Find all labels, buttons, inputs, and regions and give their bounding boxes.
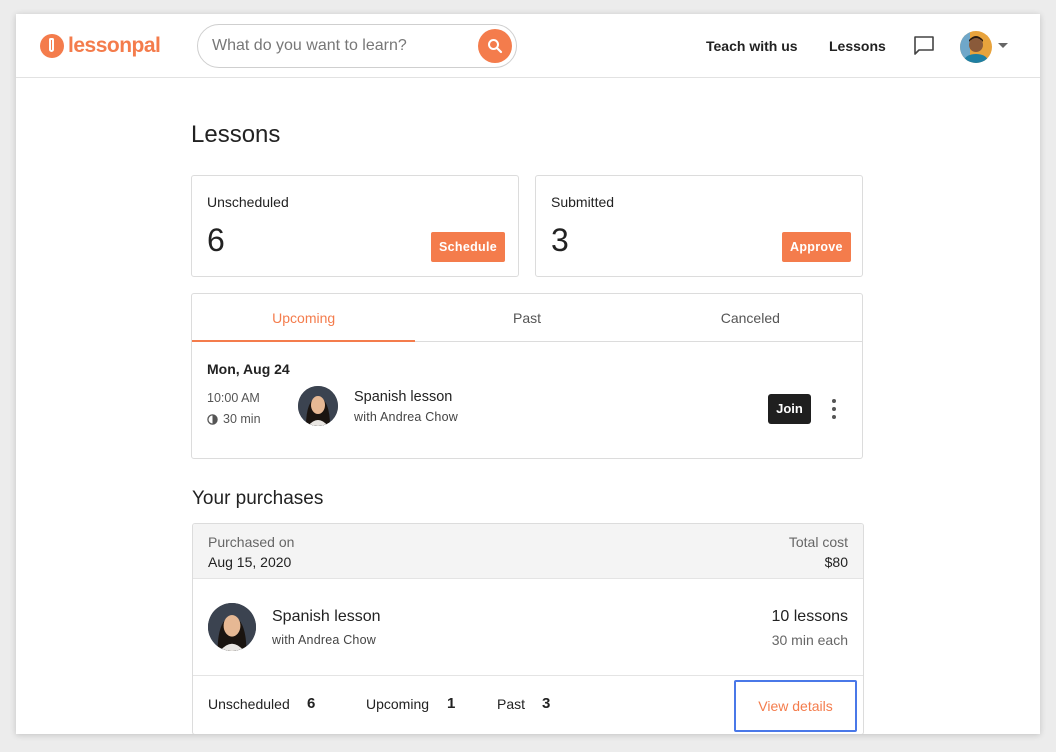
unscheduled-label: Unscheduled [207,194,289,210]
tab-upcoming[interactable]: Upcoming [192,294,416,342]
app-window: lessonpal Teach with us Lessons [16,14,1040,734]
purchases-title: Your purchases [192,488,324,509]
search-input[interactable] [212,35,472,57]
schedule-button[interactable]: Schedule [431,232,505,262]
lessons-panel: Upcoming Past Canceled Mon, Aug 24 10:00… [191,293,863,459]
more-options-icon[interactable] [830,399,838,419]
lesson-duration-text: 30 min [223,412,261,426]
submitted-count: 3 [551,222,569,258]
top-navbar: lessonpal Teach with us Lessons [16,14,1040,78]
purchased-on-label: Purchased on [208,534,295,550]
nav-lessons[interactable]: Lessons [829,38,886,54]
footer-unscheduled-count: 6 [307,695,316,712]
footer-past-label: Past [497,696,526,712]
footer-upcoming-count: 1 [447,695,456,712]
total-cost-label: Total cost [788,534,848,550]
logo-icon [40,34,64,58]
total-cost-value: $80 [824,554,848,570]
purchase-lesson-length: 30 min each [771,632,848,648]
approve-button[interactable]: Approve [782,232,851,262]
lessonpal-logo[interactable]: lessonpal [40,34,161,58]
lesson-time: 10:00 AM [207,391,260,405]
search-icon [488,39,503,54]
purchased-on-date: Aug 15, 2020 [208,554,292,570]
footer-unscheduled-label: Unscheduled [208,696,290,712]
purchase-footer: Unscheduled 6 Upcoming 1 Past 3 View det… [193,675,863,734]
lesson-date: Mon, Aug 24 [207,361,290,377]
purchase-header: Purchased on Aug 15, 2020 Total cost $80 [193,524,863,579]
search-button[interactable] [478,29,512,63]
tab-canceled[interactable]: Canceled [639,294,862,341]
chat-icon[interactable] [913,35,935,57]
clock-icon [207,413,218,425]
nav-teach-with-us[interactable]: Teach with us [706,38,798,54]
page-title: Lessons [191,121,281,148]
footer-past-count: 3 [542,695,551,712]
tutor-avatar [298,386,338,426]
user-avatar[interactable] [960,31,992,63]
purchase-lesson-count: 10 lessons [771,608,849,625]
footer-upcoming-label: Upcoming [366,696,430,712]
purchase-card: Purchased on Aug 15, 2020 Total cost $80… [192,523,864,734]
view-details-link[interactable]: View details [734,680,857,732]
lesson-duration: 30 min [207,412,261,426]
lesson-tutor: with Andrea Chow [354,410,458,424]
chevron-down-icon[interactable] [998,43,1008,48]
lesson-title: Spanish lesson [354,389,453,405]
lesson-tabs: Upcoming Past Canceled [192,294,862,342]
submitted-label: Submitted [551,194,615,210]
submitted-card: Submitted 3 Approve [535,175,863,277]
unscheduled-count: 6 [207,222,225,258]
purchase-lesson-tutor: with Andrea Chow [272,633,376,647]
join-button[interactable]: Join [768,394,811,424]
purchase-lesson-title: Spanish lesson [272,608,381,625]
logo-text: lessonpal [68,34,161,57]
unscheduled-card: Unscheduled 6 Schedule [191,175,519,277]
search-bar [197,24,517,68]
tab-past[interactable]: Past [415,294,638,341]
tutor-avatar [208,603,256,651]
